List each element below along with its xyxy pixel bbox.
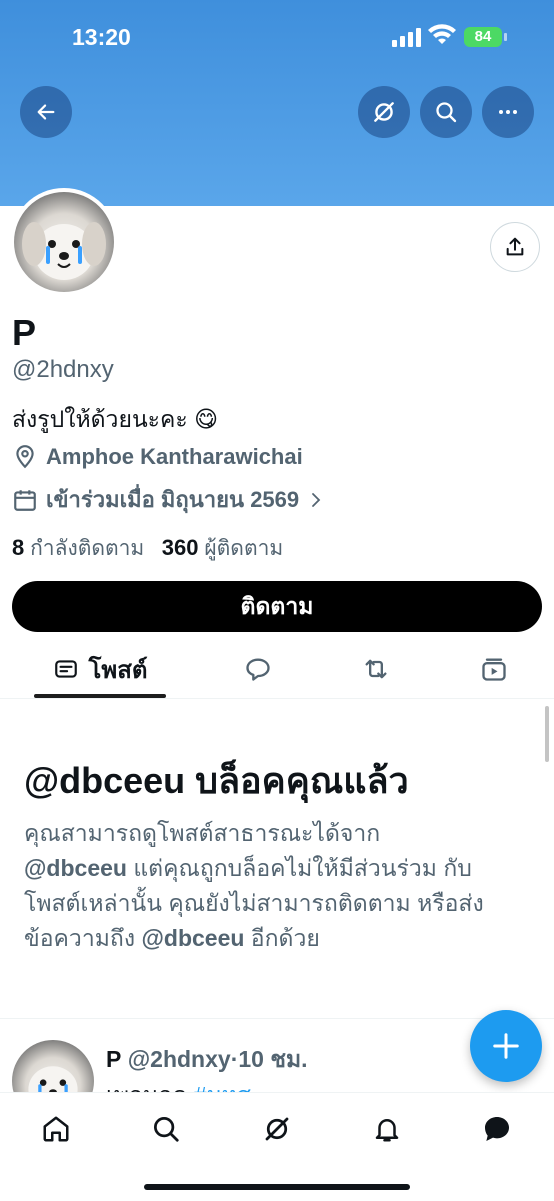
grok-button[interactable] bbox=[358, 86, 410, 138]
blocked-handle-1: @dbceeu bbox=[24, 855, 127, 881]
tab-posts[interactable]: โพสต์ bbox=[34, 640, 166, 698]
location-text: Amphoe Kantharawichai bbox=[46, 444, 303, 469]
following-link[interactable]: 8 กำลังติดตาม bbox=[12, 535, 145, 560]
messages-icon bbox=[485, 1117, 509, 1141]
tab-media[interactable] bbox=[472, 640, 516, 698]
reply-icon bbox=[246, 658, 270, 681]
divider bbox=[0, 1018, 554, 1019]
posts-icon bbox=[54, 660, 77, 678]
post-author-handle[interactable]: @2hdnxy bbox=[128, 1046, 231, 1072]
scrollbar[interactable] bbox=[545, 706, 549, 762]
more-button[interactable] bbox=[482, 86, 534, 138]
profile-name: P bbox=[12, 312, 37, 353]
following-label: กำลังติดตาม bbox=[30, 537, 145, 560]
joined-text: เข้าร่วมเมื่อ มิถุนายน 2569 bbox=[46, 487, 300, 512]
blocked-text-3: อีกด้วย bbox=[244, 925, 320, 951]
signal-icon bbox=[392, 27, 421, 47]
nav-grok[interactable] bbox=[257, 1109, 297, 1149]
plus-icon bbox=[493, 1033, 519, 1059]
media-icon bbox=[482, 658, 506, 681]
nav-messages[interactable] bbox=[477, 1109, 517, 1149]
wifi-icon bbox=[428, 24, 456, 44]
battery-level: 84 bbox=[474, 28, 492, 45]
blocked-title: @dbceeu บล็อคคุณแล้ว bbox=[24, 760, 409, 801]
profile-handle: @2hdnxy bbox=[12, 356, 114, 383]
status-time: 13:20 bbox=[72, 24, 131, 50]
follow-stats: 8 กำลังติดตาม 360 ผู้ติดตาม bbox=[12, 532, 283, 565]
post-author-name[interactable]: P bbox=[106, 1046, 121, 1072]
share-button[interactable] bbox=[490, 222, 540, 272]
profile-location: Amphoe Kantharawichai bbox=[12, 444, 303, 470]
profile-tabs: โพสต์ bbox=[0, 640, 554, 699]
dog-face-icon bbox=[22, 222, 106, 280]
blocked-handle-2: @dbceeu bbox=[141, 925, 245, 951]
location-pin-icon bbox=[16, 445, 34, 469]
grok-icon bbox=[374, 102, 394, 122]
tab-reposts[interactable] bbox=[354, 640, 398, 698]
followers-label: ผู้ติดตาม bbox=[204, 537, 284, 560]
back-button[interactable] bbox=[20, 86, 72, 138]
nav-search[interactable] bbox=[146, 1109, 186, 1149]
notifications-icon bbox=[375, 1119, 399, 1142]
search-icon bbox=[436, 102, 457, 123]
home-indicator[interactable] bbox=[144, 1184, 410, 1190]
follow-button[interactable]: ติดตาม bbox=[12, 581, 542, 632]
tab-posts-label: โพสต์ bbox=[88, 656, 148, 684]
followers-count: 360 bbox=[161, 535, 199, 560]
avatar-image bbox=[14, 192, 114, 292]
tab-replies[interactable] bbox=[236, 640, 280, 698]
more-horizontal-icon bbox=[499, 110, 517, 114]
share-icon bbox=[506, 237, 524, 256]
profile-bio: ส่งรูปให้ด้วยนะคะ 😋 bbox=[12, 406, 219, 432]
blocked-text-1: คุณสามารถดูโพสต์สาธารณะได้จาก bbox=[24, 820, 381, 846]
battery-indicator: 84 bbox=[464, 27, 507, 47]
repost-icon bbox=[365, 659, 387, 679]
chevron-right-icon bbox=[312, 492, 321, 507]
status-bar: 13:20 84 bbox=[0, 0, 554, 76]
search-icon bbox=[154, 1117, 179, 1142]
profile-avatar[interactable] bbox=[10, 188, 118, 296]
post-header: P @2hdnxy·10 ชม. bbox=[106, 1042, 308, 1078]
active-tab-indicator bbox=[34, 694, 166, 698]
grok-icon bbox=[265, 1117, 289, 1141]
profile-joined[interactable]: เข้าร่วมเมื่อ มิถุนายน 2569 bbox=[12, 482, 325, 517]
nav-home[interactable] bbox=[36, 1109, 76, 1149]
arrow-left-icon bbox=[37, 104, 55, 120]
post-time: 10 ชม. bbox=[238, 1046, 308, 1072]
following-count: 8 bbox=[12, 535, 25, 560]
followers-link[interactable]: 360 ผู้ติดตาม bbox=[161, 535, 284, 560]
blocked-message: คุณสามารถดูโพสต์สาธารณะได้จาก @dbceeu แต่… bbox=[24, 816, 524, 956]
calendar-icon bbox=[14, 489, 36, 511]
compose-button[interactable] bbox=[470, 1010, 542, 1082]
nav-notifications[interactable] bbox=[367, 1109, 407, 1149]
search-button[interactable] bbox=[420, 86, 472, 138]
home-icon bbox=[43, 1116, 69, 1142]
